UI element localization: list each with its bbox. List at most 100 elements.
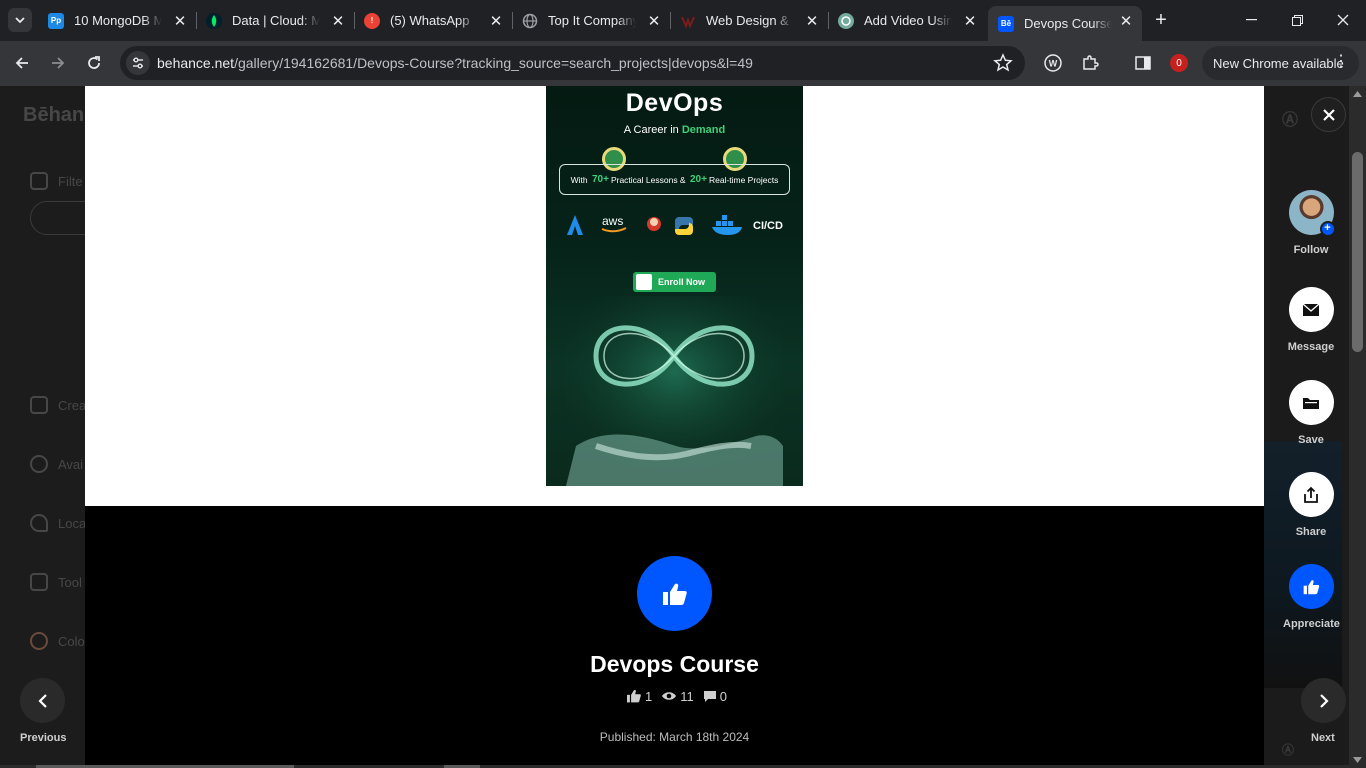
next-label[interactable]: Next [1311,732,1335,744]
alert-icon: ! [364,12,380,29]
appreciate-label: Appreciate [1283,618,1340,630]
reload-button[interactable] [80,49,108,77]
save-button[interactable] [1288,380,1334,425]
tab-top-it-company[interactable]: Top It Company ✕ [512,6,670,35]
side-panel-button[interactable] [1132,52,1154,74]
appreciate-button[interactable] [1288,564,1334,609]
site-info-button[interactable] [126,51,150,75]
appreciate-big-button[interactable] [637,556,712,631]
scroll-up-icon[interactable] [1353,90,1362,98]
poster-subtitle-text: A Career in [623,124,679,136]
tab-title: Data | Cloud: Mc [232,13,320,28]
tab-mongodb-cloud[interactable]: Data | Cloud: Mc ✕ [196,6,354,35]
close-icon[interactable]: ✕ [646,13,662,30]
url-domain: behance.net [157,55,235,71]
chevron-right-icon [1319,693,1329,708]
window-close-button[interactable] [1320,0,1366,40]
tab-strip: Pp 10 MongoDB Mi ✕ Data | Cloud: Mc ✕ ! … [0,0,1366,41]
tab-search-button[interactable] [8,8,32,32]
vertical-scrollbar[interactable] [1349,86,1366,768]
poster-box-text: With [570,174,588,185]
filter-location[interactable]: Loca [30,514,86,532]
plus-icon: + [1319,221,1336,237]
appreciate-action[interactable]: Appreciate [1283,564,1340,630]
extensions-button[interactable] [1079,52,1101,74]
share-button[interactable] [1288,472,1334,517]
address-bar[interactable]: behance.net/gallery/194162681/Devops-Cou… [120,46,1025,80]
extension-badge-button[interactable]: 0 [1168,52,1190,74]
new-tab-button[interactable]: + [1150,10,1172,32]
scrollbar-thumb[interactable] [1352,152,1363,352]
scroll-down-icon[interactable] [1353,756,1362,764]
grid-icon [30,396,48,414]
filter-label: Crea [58,397,87,413]
restore-icon [1291,14,1303,26]
browser-toolbar: behance.net/gallery/194162681/Devops-Cou… [0,41,1366,86]
comment-icon [703,690,716,702]
folder-icon [1303,397,1319,409]
comments-stat: 0 [703,689,727,704]
tab-web-design[interactable]: Web Design & D ✕ [670,6,828,35]
chatgpt-icon [838,12,854,29]
aws-icon: aws [602,214,623,228]
close-icon[interactable]: ✕ [330,13,346,30]
close-icon[interactable]: ✕ [1118,13,1134,30]
extension-badge: 0 [1170,54,1188,72]
message-button[interactable] [1288,287,1334,332]
restore-button[interactable] [1274,0,1320,40]
menu-dots-icon[interactable]: ⋮ [1333,54,1349,70]
filter-availability[interactable]: Avai [30,455,83,473]
close-icon [1322,108,1335,121]
adobe-logo: Ⓐ [1282,743,1295,757]
filters-item[interactable]: Filte [30,172,83,190]
message-action[interactable]: Message [1283,287,1339,353]
adobe-logo: Ⓐ [1282,112,1299,129]
envelope-icon [1302,303,1320,316]
tab-mongodb[interactable]: Pp 10 MongoDB Mi ✕ [38,6,196,35]
tab-whatsapp[interactable]: ! (5) WhatsApp ✕ [354,6,512,35]
update-label: New Chrome available [1213,55,1344,71]
filter-tools[interactable]: Tool [30,573,82,591]
filter-creative-fields[interactable]: Crea [30,396,86,414]
filter-color[interactable]: Colo [30,632,85,650]
screen: Pp 10 MongoDB Mi ✕ Data | Cloud: Mc ✕ ! … [0,0,1366,768]
poster-box-text: Real-time Projects [708,174,779,185]
tab-devops-course[interactable]: Bē Devops Course ✕ [988,6,1142,41]
puzzle-icon [1083,55,1099,70]
project-info-panel: Devops Course 1 11 0 Published: March 18… [85,506,1264,768]
close-icon[interactable]: ✕ [804,13,820,30]
wappalyzer-icon: W [1044,54,1062,72]
close-icon[interactable]: ✕ [172,13,188,30]
behance-icon: Bē [998,15,1014,32]
close-icon[interactable]: ✕ [962,13,978,30]
tab-add-video[interactable]: Add Video Using ✕ [828,6,986,35]
extension-w-button[interactable]: W [1042,52,1064,74]
forward-button[interactable] [44,49,72,77]
save-action[interactable]: Save [1283,380,1339,446]
poster-box-number: 20+ [689,174,707,185]
minimize-button[interactable] [1228,0,1274,40]
project-modal: DevOps A Career in Demand With 70+ Practi… [85,86,1264,768]
follow-action[interactable]: + Follow [1283,190,1339,256]
tab-title: Add Video Using [864,13,952,28]
tools-icon [30,573,48,591]
arrow-right-icon [52,57,65,69]
side-panel-icon [1135,56,1151,70]
back-button[interactable] [8,49,36,77]
enroll-label: Enroll Now [658,277,705,287]
tune-icon [133,57,143,69]
avatar[interactable]: + [1288,190,1336,237]
previous-label[interactable]: Previous [20,732,66,744]
next-project-button[interactable] [1301,678,1346,723]
close-modal-button[interactable] [1311,97,1346,132]
filter-label: Avai [58,456,84,472]
bookmark-star-icon[interactable] [993,53,1013,73]
previous-project-button[interactable] [20,678,65,723]
user-icon [636,274,652,290]
project-title: Devops Course [590,651,759,677]
appreciations-stat: 1 [626,689,652,704]
close-icon[interactable]: ✕ [488,13,504,30]
chrome-update-button[interactable]: New Chrome available ⋮ [1202,46,1359,80]
share-action[interactable]: Share [1283,472,1339,538]
tab-title: Devops Course [1024,16,1112,31]
